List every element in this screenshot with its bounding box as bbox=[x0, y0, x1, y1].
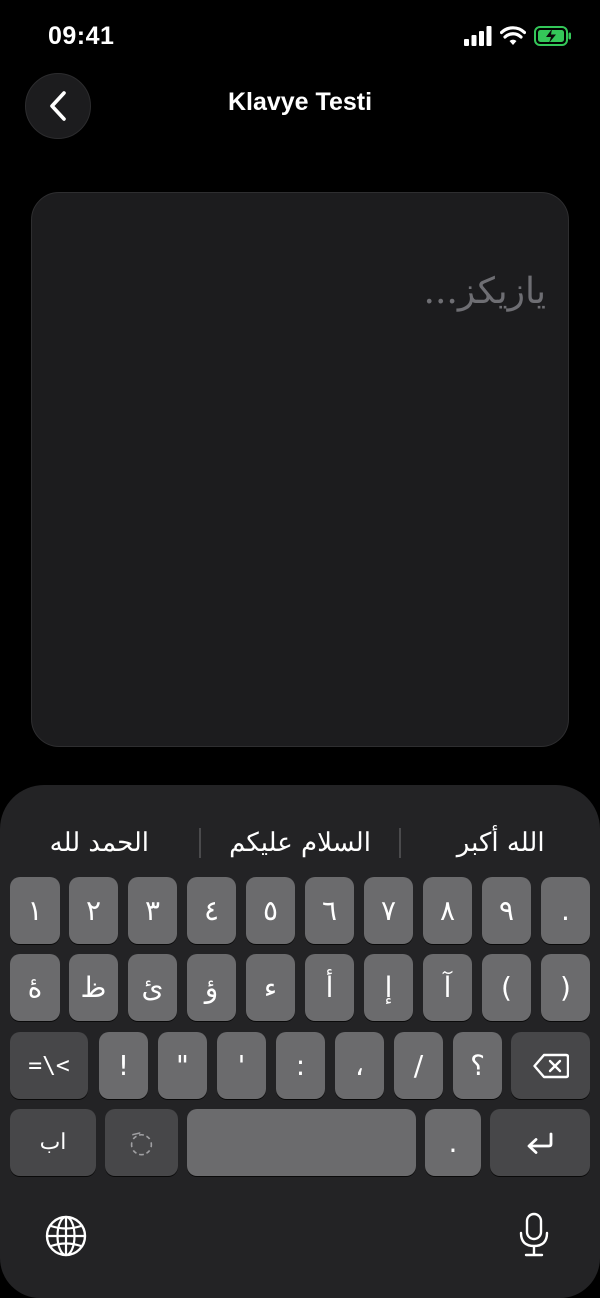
globe-icon bbox=[45, 1215, 87, 1257]
microphone-button[interactable] bbox=[517, 1212, 551, 1262]
key[interactable]: ۀ bbox=[10, 954, 60, 1021]
suggestion-1[interactable]: الحمد لله bbox=[0, 828, 199, 858]
status-bar: 09:41 bbox=[0, 0, 600, 76]
key[interactable]: ١ bbox=[10, 877, 60, 944]
delete-icon bbox=[532, 1053, 569, 1078]
key[interactable]: ٦ bbox=[305, 877, 354, 944]
suggestion-2[interactable]: السلام عليكم bbox=[201, 828, 400, 858]
key[interactable]: ! bbox=[99, 1032, 148, 1099]
key[interactable]: ئ bbox=[128, 954, 177, 1021]
microphone-icon bbox=[519, 1212, 549, 1257]
key[interactable]: ( bbox=[482, 954, 531, 1021]
status-icons bbox=[464, 26, 572, 46]
key[interactable]: ) bbox=[541, 954, 590, 1021]
key[interactable]: / bbox=[394, 1032, 443, 1099]
diacritic-key[interactable]: ◌َ bbox=[105, 1109, 178, 1176]
key[interactable]: إ bbox=[364, 954, 413, 1021]
placeholder-text: يازيكز... bbox=[423, 271, 546, 312]
globe-button[interactable] bbox=[44, 1214, 88, 1262]
return-key[interactable] bbox=[490, 1109, 590, 1176]
key[interactable]: : bbox=[276, 1032, 325, 1099]
suggestion-bar: الحمد لله السلام عليكم الله أكبر bbox=[0, 815, 600, 871]
return-icon bbox=[527, 1132, 553, 1154]
key[interactable]: ٣ bbox=[128, 877, 177, 944]
key[interactable]: ؟ bbox=[453, 1032, 502, 1099]
key[interactable]: ٧ bbox=[364, 877, 413, 944]
key[interactable]: آ bbox=[423, 954, 472, 1021]
key[interactable]: ' bbox=[217, 1032, 266, 1099]
key[interactable]: ، bbox=[335, 1032, 384, 1099]
wifi-icon bbox=[500, 26, 526, 45]
key[interactable]: ٩ bbox=[482, 877, 531, 944]
key[interactable]: " bbox=[158, 1032, 207, 1099]
signal-icon bbox=[464, 26, 492, 46]
key[interactable]: ٨ bbox=[423, 877, 472, 944]
key[interactable]: ء bbox=[246, 954, 295, 1021]
period-key[interactable]: . bbox=[425, 1109, 481, 1176]
page-title: Klavye Testi bbox=[227, 88, 373, 116]
key[interactable]: ٥ bbox=[246, 877, 295, 944]
key[interactable]: ظ bbox=[69, 954, 118, 1021]
status-time: 09:41 bbox=[48, 22, 115, 50]
alphabet-toggle-key[interactable]: اب bbox=[10, 1109, 96, 1176]
backspace-key[interactable] bbox=[511, 1032, 590, 1099]
text-input-area[interactable]: يازيكز... bbox=[31, 192, 569, 747]
symbols-toggle-key[interactable]: =\< bbox=[10, 1032, 88, 1099]
battery-icon bbox=[534, 26, 571, 46]
key[interactable]: ؤ bbox=[187, 954, 236, 1021]
key[interactable]: ٢ bbox=[69, 877, 118, 944]
key[interactable]: أ bbox=[305, 954, 354, 1021]
space-key[interactable] bbox=[187, 1109, 416, 1176]
suggestion-3[interactable]: الله أكبر bbox=[401, 828, 600, 858]
key[interactable]: . bbox=[541, 877, 590, 944]
key[interactable]: ٤ bbox=[187, 877, 236, 944]
